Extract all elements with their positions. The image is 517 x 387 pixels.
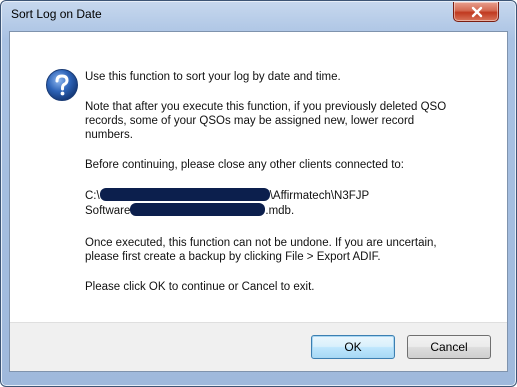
redacted-filename <box>130 203 266 216</box>
path-suffix: .mdb. <box>265 205 295 217</box>
path-line-1: C:\ \Affirmatech\N3FJP <box>85 188 369 203</box>
dialog-body: Use this function to sort your log by da… <box>9 31 508 372</box>
intro-text: Use this function to sort your log by da… <box>85 71 341 83</box>
button-bar: OK Cancel <box>10 322 507 371</box>
close-icon <box>471 6 483 18</box>
path-prefix: Software <box>85 205 131 217</box>
dialog-window: Sort Log on Date Use this function to so… <box>0 0 517 387</box>
note-line-1: Note that after you execute this functio… <box>85 101 447 113</box>
close-clients-text: Before continuing, please close any othe… <box>85 159 405 171</box>
path-prefix: C:\ <box>85 190 100 202</box>
ok-button[interactable]: OK <box>311 335 395 359</box>
redacted-path-segment <box>99 188 270 201</box>
instruction-text: Please click OK to continue or Cancel to… <box>85 281 315 293</box>
note-line-2: records, some of your QSOs may be assign… <box>85 115 415 127</box>
close-button[interactable] <box>453 2 499 22</box>
title-bar[interactable]: Sort Log on Date <box>1 1 516 31</box>
window-title: Sort Log on Date <box>11 7 102 21</box>
path-line-2: Software .mdb. <box>85 203 294 218</box>
warning-line-2: please first create a backup by clicking… <box>85 251 381 263</box>
question-icon <box>46 69 78 101</box>
cancel-button[interactable]: Cancel <box>407 335 491 359</box>
warning-line-1: Once executed, this function can not be … <box>85 237 437 249</box>
note-line-3: numbers. <box>85 129 133 141</box>
path-suffix: \Affirmatech\N3FJP <box>269 190 370 202</box>
